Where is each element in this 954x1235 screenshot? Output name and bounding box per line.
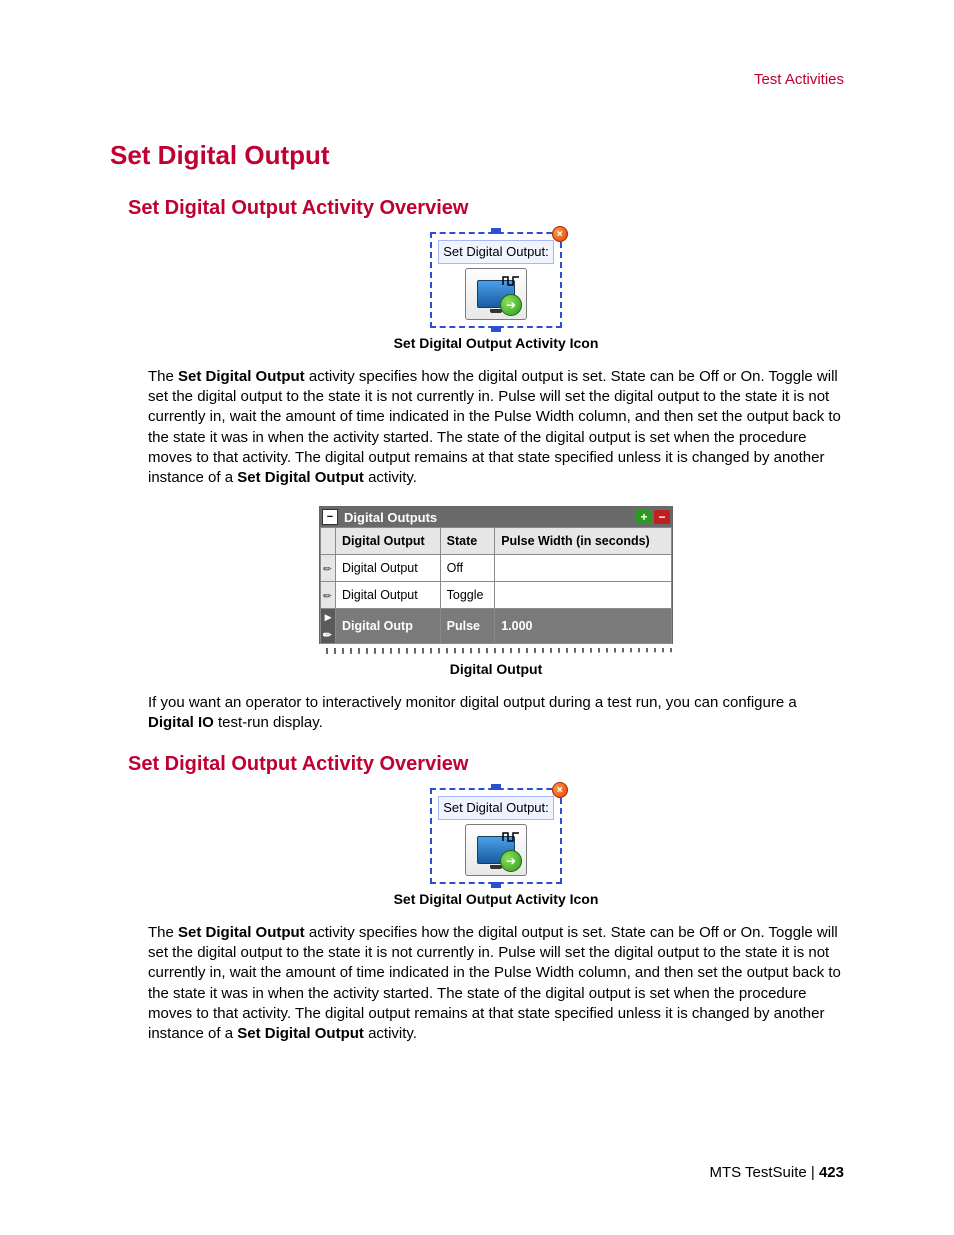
footer-product: MTS TestSuite bbox=[709, 1164, 806, 1181]
table-header-row: Digital Output State Pulse Width (in sec… bbox=[321, 528, 672, 555]
cell-state[interactable]: Pulse bbox=[440, 609, 495, 644]
page-title: Set Digital Output bbox=[110, 138, 844, 173]
cell-state[interactable]: Toggle bbox=[440, 582, 495, 609]
table-row-selected[interactable]: ▸✎ Digital Outp Pulse 1.000 bbox=[321, 609, 672, 644]
pencil-icon: ✎ bbox=[320, 589, 335, 604]
overview-paragraph-3: The Set Digital Output activity specifie… bbox=[148, 923, 844, 1045]
col-state: State bbox=[440, 528, 495, 555]
text-bold: Set Digital Output bbox=[178, 924, 305, 941]
section-breadcrumb: Test Activities bbox=[110, 70, 844, 90]
text-bold: Digital IO bbox=[148, 714, 214, 731]
pencil-icon: ✎ bbox=[320, 628, 335, 643]
overview-paragraph-1: The Set Digital Output activity specifie… bbox=[148, 367, 844, 489]
text: The bbox=[148, 924, 178, 941]
go-arrow-icon: ➔ bbox=[500, 294, 522, 316]
activity-label: Set Digital Output: bbox=[438, 796, 554, 820]
torn-edge-decoration bbox=[320, 648, 672, 654]
text: activity. bbox=[364, 1025, 417, 1042]
text-bold: Set Digital Output bbox=[237, 469, 364, 486]
page-footer: MTS TestSuite | 423 bbox=[709, 1163, 844, 1183]
text: test-run display. bbox=[214, 714, 323, 731]
footer-sep: | bbox=[807, 1164, 819, 1181]
figure-caption-1: Set Digital Output Activity Icon bbox=[148, 334, 844, 353]
activity-icon-figure-1: × Set Digital Output: ➔ bbox=[148, 232, 844, 328]
panel-title: Digital Outputs bbox=[344, 509, 437, 527]
activity-designer-node: × Set Digital Output: ➔ bbox=[430, 232, 562, 328]
activity-designer-node: × Set Digital Output: ➔ bbox=[430, 788, 562, 884]
digital-outputs-table: Digital Output State Pulse Width (in sec… bbox=[320, 527, 672, 644]
activity-icon-figure-2: × Set Digital Output: ➔ bbox=[148, 788, 844, 884]
remove-row-button[interactable]: − bbox=[654, 510, 670, 524]
text: activity. bbox=[364, 469, 417, 486]
pencil-icon: ✎ bbox=[320, 562, 335, 577]
connector-top-icon bbox=[491, 228, 501, 234]
go-arrow-icon: ➔ bbox=[500, 850, 522, 872]
cell-pulse[interactable] bbox=[495, 555, 672, 582]
digital-outputs-panel: − Digital Outputs + − Digital Output Sta… bbox=[319, 506, 673, 644]
set-digital-output-icon: ➔ bbox=[465, 824, 527, 876]
row-handle-header bbox=[321, 528, 336, 555]
cell-state[interactable]: Off bbox=[440, 555, 495, 582]
col-digital-output: Digital Output bbox=[336, 528, 441, 555]
close-icon: × bbox=[552, 782, 568, 798]
table-row[interactable]: ✎ Digital Output Toggle bbox=[321, 582, 672, 609]
close-icon: × bbox=[552, 226, 568, 242]
table-row[interactable]: ✎ Digital Output Off bbox=[321, 555, 672, 582]
text: The bbox=[148, 368, 178, 385]
section-heading-1: Set Digital Output Activity Overview bbox=[128, 195, 844, 222]
cell-name[interactable]: Digital Output bbox=[336, 555, 441, 582]
figure-caption-2: Digital Output bbox=[148, 660, 844, 679]
cell-pulse[interactable]: 1.000 bbox=[495, 609, 672, 644]
text-bold: Set Digital Output bbox=[178, 368, 305, 385]
row-handle[interactable]: ✎ bbox=[321, 582, 336, 609]
figure-caption-3: Set Digital Output Activity Icon bbox=[148, 890, 844, 909]
connector-top-icon bbox=[491, 784, 501, 790]
pulse-wave-icon bbox=[502, 272, 520, 284]
connector-bottom-icon bbox=[491, 882, 501, 888]
row-handle[interactable]: ▸✎ bbox=[321, 609, 336, 644]
set-digital-output-icon: ➔ bbox=[465, 268, 527, 320]
text-bold: Set Digital Output bbox=[237, 1025, 364, 1042]
collapse-icon[interactable]: − bbox=[322, 509, 338, 525]
row-handle[interactable]: ✎ bbox=[321, 555, 336, 582]
pulse-wave-icon bbox=[502, 828, 520, 840]
section-heading-2: Set Digital Output Activity Overview bbox=[128, 751, 844, 778]
col-pulse-width: Pulse Width (in seconds) bbox=[495, 528, 672, 555]
cell-name[interactable]: Digital Output bbox=[336, 582, 441, 609]
cell-pulse[interactable] bbox=[495, 582, 672, 609]
cell-name[interactable]: Digital Outp bbox=[336, 609, 441, 644]
panel-titlebar: − Digital Outputs + − bbox=[320, 507, 672, 527]
overview-paragraph-2: If you want an operator to interactively… bbox=[148, 693, 844, 734]
activity-label: Set Digital Output: bbox=[438, 240, 554, 264]
footer-page-number: 423 bbox=[819, 1164, 844, 1181]
connector-bottom-icon bbox=[491, 326, 501, 332]
text: If you want an operator to interactively… bbox=[148, 694, 797, 711]
add-row-button[interactable]: + bbox=[636, 510, 652, 524]
